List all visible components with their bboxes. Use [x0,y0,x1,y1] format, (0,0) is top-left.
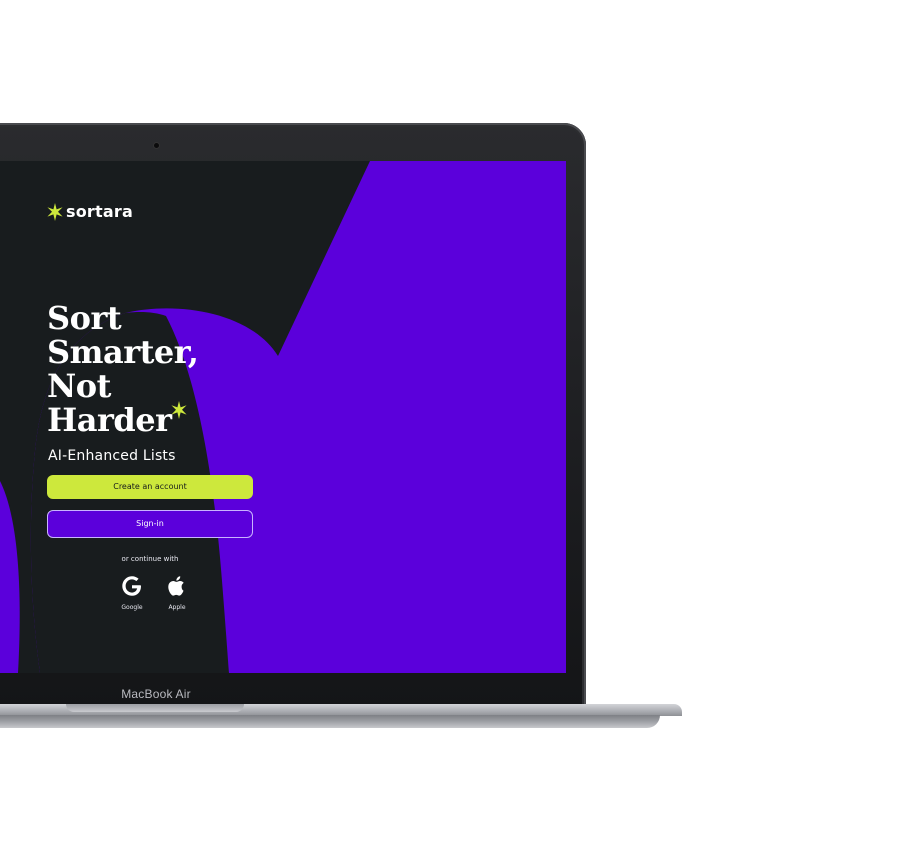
apple-icon [168,576,184,596]
headline-line-4-wrap: Harder [47,401,188,439]
headline-line-3: Not [47,367,111,405]
sparkle-icon [171,401,188,419]
google-label: Google [121,604,143,611]
create-account-button[interactable]: Create an account [47,475,253,499]
mockup-stage: sortara Sort Smarter, Not Harder AI-Enha… [0,0,900,850]
headline-line-2: Smarter, [47,333,199,371]
google-sign-in[interactable]: Google [114,573,150,611]
laptop-base-bottom [0,715,660,728]
subheadline: AI-Enhanced Lists [48,448,176,464]
apple-sign-in[interactable]: Apple [159,573,195,611]
headline-line-4: Harder [47,401,172,439]
logo-text: sortara [66,202,133,221]
logo: sortara [47,202,133,221]
apple-label: Apple [168,604,186,611]
continue-with-label: or continue with [121,555,179,563]
google-icon [122,576,141,596]
sign-in-button[interactable]: Sign-in [47,510,253,538]
laptop-hinge-notch [66,704,244,712]
camera-icon [154,143,159,148]
sparkle-logo-icon [47,202,63,221]
headline: Sort Smarter, Not Harder [47,299,199,439]
headline-line-1: Sort [47,299,122,337]
device-label: MacBook Air [121,687,191,701]
laptop-screen: sortara Sort Smarter, Not Harder AI-Enha… [0,161,566,673]
